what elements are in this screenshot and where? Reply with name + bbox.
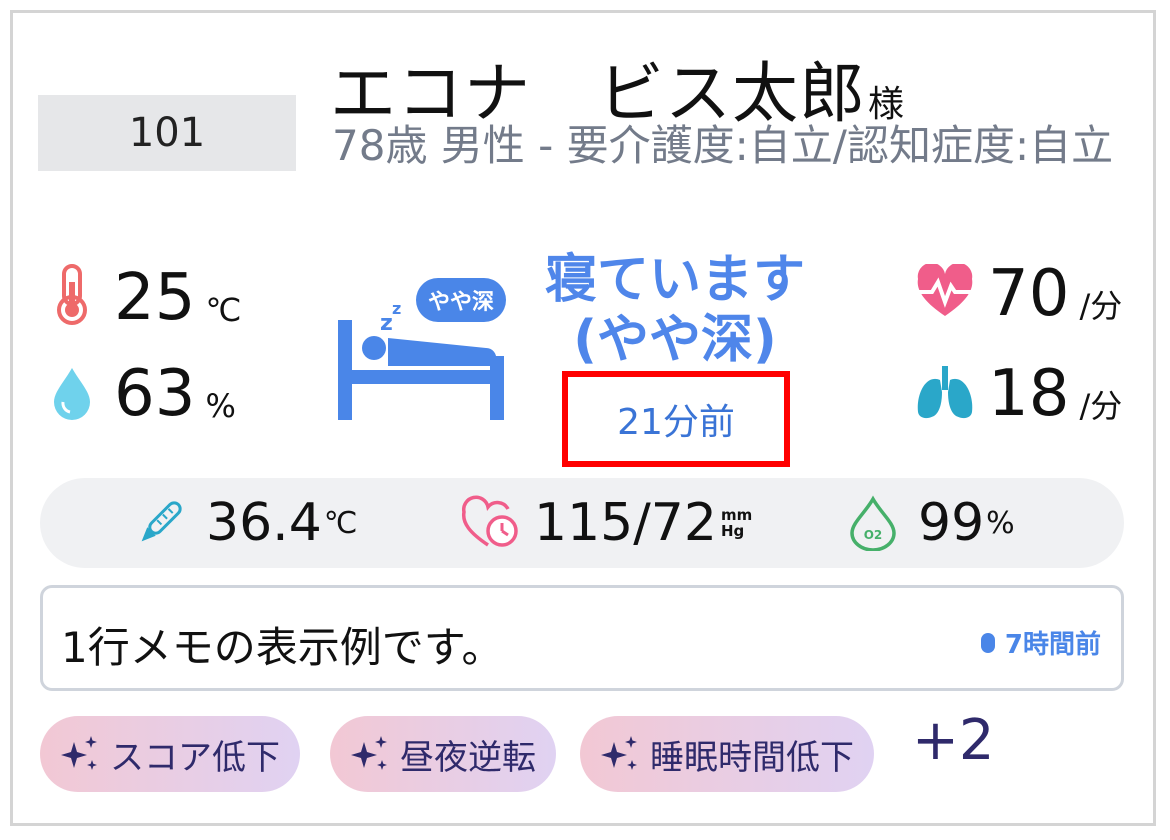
humidity: 63 % (50, 362, 236, 426)
sleep-status: 寝ています(やや深) (544, 250, 805, 370)
body-temperature-value: 36.4 (206, 493, 322, 553)
heart-rate-unit: /分 (1079, 287, 1123, 325)
respiration-unit: /分 (1079, 387, 1123, 425)
svg-text:O2: O2 (864, 528, 883, 542)
body-temperature: 36.4 ℃ (132, 478, 357, 568)
tag-sleep-time-drop[interactable]: 睡眠時間低下 (580, 716, 874, 792)
memo-time-text: 7時間前 (1004, 630, 1101, 660)
spo2: O2 99 % (848, 478, 1015, 568)
measurements-bar[interactable]: 36.4 ℃ 115/72 mm Hg O2 99 % (40, 478, 1124, 568)
more-tags-count[interactable]: +2 (912, 708, 995, 773)
respiration-rate: 18 /分 (914, 362, 1122, 426)
spo2-unit: % (986, 505, 1015, 541)
blood-pressure: 115/72 mm Hg (460, 478, 752, 568)
sparkle-icon (351, 736, 387, 770)
blood-pressure-value: 115/72 (534, 493, 717, 553)
svg-text:z: z (380, 311, 393, 336)
memo-box[interactable]: 1行メモの表示例です。 7時間前 (40, 585, 1124, 691)
svg-text:z: z (392, 299, 401, 318)
oxygen-drop-icon: O2 (850, 495, 896, 551)
humidity-value: 63 (114, 357, 196, 431)
lungs-icon (917, 366, 973, 419)
room-number: 101 (38, 95, 296, 171)
tag-label: スコア低下 (110, 737, 280, 778)
sleep-updated-time[interactable]: 21分前 (562, 371, 790, 467)
tag-day-night-reversal[interactable]: 昼夜逆転 (330, 716, 556, 792)
honorific: 様 (868, 84, 906, 125)
sparkle-icon (61, 736, 97, 770)
heart-pulse-icon (916, 264, 974, 316)
tag-label: 昼夜逆転 (400, 737, 536, 778)
heart-rate-value: 70 (988, 257, 1070, 331)
blood-pressure-unit-bottom: Hg (720, 522, 745, 540)
sparkle-icon (601, 736, 637, 770)
respiration-value: 18 (988, 357, 1070, 431)
room-temperature: 25 ℃ (50, 262, 241, 330)
room-temperature-value: 25 (114, 261, 196, 335)
spo2-value: 99 (918, 493, 985, 553)
thermometer-icon (57, 264, 87, 325)
blood-pressure-unit: mm Hg (721, 507, 752, 539)
tag-label: 睡眠時間低下 (650, 737, 854, 778)
heart-clock-icon (461, 495, 518, 547)
tag-score-drop[interactable]: スコア低下 (40, 716, 300, 792)
clinical-thermometer-icon (141, 501, 182, 542)
memo-timestamp: 7時間前 (980, 624, 1101, 661)
resident-details: 78歳 男性 - 要介護度:自立/認知症度:自立 (332, 121, 1114, 170)
humidity-unit: % (205, 387, 236, 425)
body-temperature-unit: ℃ (323, 505, 358, 541)
blood-pressure-unit-top: mm (720, 506, 753, 524)
memo-dot-icon (980, 632, 995, 653)
heart-rate: 70 /分 (914, 262, 1122, 326)
water-drop-icon (54, 368, 90, 420)
room-temperature-unit: ℃ (205, 291, 242, 329)
memo-text: 1行メモの表示例です。 (61, 623, 504, 672)
sleep-depth-badge: やや深 (416, 278, 506, 322)
